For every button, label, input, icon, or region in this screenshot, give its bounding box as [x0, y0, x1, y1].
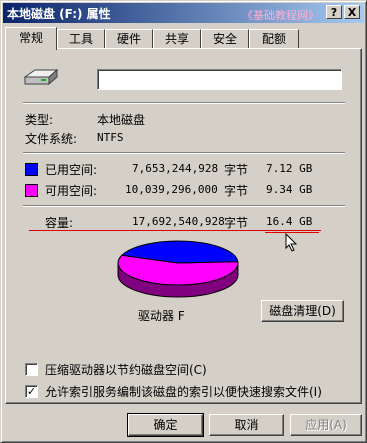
free-space-size: 9.34 GB	[266, 183, 313, 196]
apply-button[interactable]: 应用(A)	[290, 414, 362, 436]
red-underline	[29, 230, 321, 231]
compress-label: 压缩驱动器以节约磁盘空间(C)	[45, 363, 207, 377]
tab-general[interactable]: 常规	[5, 27, 57, 50]
index-checkbox[interactable]: ✓	[25, 385, 38, 398]
ok-button[interactable]: 确定	[127, 413, 204, 437]
tab-hardware[interactable]: 硬件	[105, 29, 153, 48]
disk-cleanup-button[interactable]: 磁盘清理(D)	[261, 300, 344, 322]
tab-quota[interactable]: 配额	[249, 29, 299, 48]
file-system-label: 文件系统:	[25, 132, 78, 146]
used-space-size: 7.12 GB	[266, 162, 313, 175]
tab-security[interactable]: 安全	[201, 29, 249, 48]
watermark-text: 《基础教程网》	[242, 9, 319, 22]
separator	[23, 102, 345, 104]
separator	[23, 205, 345, 207]
hard-drive-icon	[23, 68, 59, 86]
used-space-bytes: 7,653,244,928	[132, 162, 219, 175]
free-space-swatch	[25, 184, 38, 197]
free-space-unit: 字节	[224, 184, 249, 198]
type-label: 类型:	[25, 113, 54, 127]
window-title: 本地磁盘 (F:) 属性	[7, 7, 111, 21]
used-space-swatch	[25, 163, 38, 176]
drive-letter-label: 驱动器 F	[138, 309, 185, 323]
capacity-label: 容量:	[45, 216, 74, 230]
title-bar[interactable]: 本地磁盘 (F:) 属性 《基础教程网》 ? X	[3, 3, 364, 23]
tab-sharing[interactable]: 共享	[153, 29, 201, 48]
compress-checkbox[interactable]	[25, 363, 38, 376]
type-value: 本地磁盘	[97, 113, 146, 127]
file-system-value: NTFS	[97, 131, 124, 144]
checkmark-icon: ✓	[26, 385, 37, 398]
used-space-unit: 字节	[224, 163, 249, 177]
free-space-bytes: 10,039,296,000	[125, 183, 218, 196]
capacity-size: 16.4 GB	[266, 215, 313, 228]
capacity-unit: 字节	[224, 216, 249, 230]
capacity-bytes: 17,692,540,928	[132, 215, 225, 228]
help-button[interactable]: ?	[326, 5, 342, 19]
mouse-cursor-icon	[285, 233, 298, 252]
disk-usage-pie-chart	[117, 240, 239, 298]
properties-dialog: 本地磁盘 (F:) 属性 《基础教程网》 ? X 常规 工具 硬件 共享 安全 …	[0, 0, 367, 443]
free-space-label: 可用空间:	[45, 184, 98, 198]
used-space-label: 已用空间:	[45, 163, 98, 177]
cancel-button[interactable]: 取消	[209, 414, 284, 436]
tab-strip: 常规 工具 硬件 共享 安全 配额	[5, 27, 363, 50]
tab-tools[interactable]: 工具	[57, 29, 105, 48]
index-label: 允许索引服务编制该磁盘的索引以便快速搜索文件(I)	[45, 385, 322, 399]
close-button[interactable]: X	[344, 5, 360, 19]
drive-name-input[interactable]	[97, 69, 342, 90]
separator	[23, 152, 345, 154]
